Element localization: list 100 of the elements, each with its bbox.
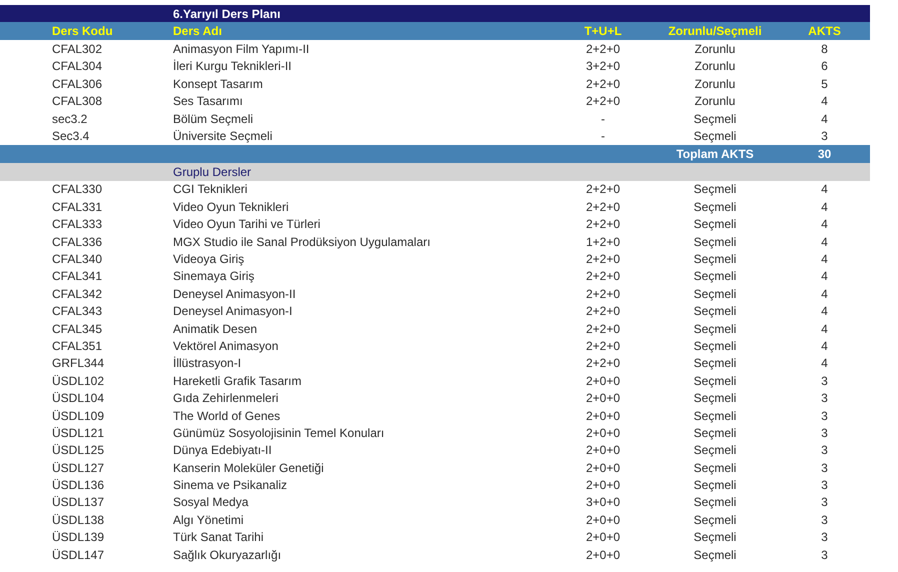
table-cell: Videoya Giriş — [173, 252, 244, 266]
table-cell: CFAL341 — [52, 269, 102, 284]
table-cell: 2+0+0 — [586, 530, 620, 544]
table-cell: 2+2+0 — [586, 42, 620, 56]
table-cell: sec3.2 — [52, 112, 88, 126]
table-cell: Seçmeli — [694, 200, 736, 214]
table-cell: Seçmeli — [694, 495, 736, 510]
table-cell: Seçmeli — [694, 269, 736, 284]
table-cell: GRFL344 — [52, 356, 104, 370]
table-cell: 2+2+0 — [586, 252, 620, 266]
table-cell: Seçmeli — [694, 530, 736, 544]
table-cell: Seçmeli — [694, 217, 736, 232]
table-cell: Animatik Desen — [173, 322, 258, 336]
table-cell: Seçmeli — [694, 374, 736, 388]
table-cell: 8 — [821, 42, 828, 56]
table-cell: ÜSDL137 — [52, 495, 104, 510]
table-cell: The World of Genes — [173, 408, 280, 422]
table-cell: 1+2+0 — [586, 234, 620, 249]
table-cell: 4 — [821, 200, 828, 214]
table-cell: 3 — [821, 460, 828, 475]
table-cell: Günümüz Sosyolojisinin Temel Konuları — [173, 426, 384, 440]
table-cell: 3 — [821, 512, 828, 527]
table-cell: 2+0+0 — [586, 478, 620, 492]
table-cell: ÜSDL136 — [52, 478, 104, 492]
table-cell: Seçmeli — [694, 129, 736, 144]
table-cell: Seçmeli — [694, 322, 736, 336]
table-cell: Video Oyun Tarihi ve Türleri — [173, 217, 320, 232]
table-cell: CFAL340 — [52, 252, 102, 266]
table-cell: Seçmeli — [694, 112, 736, 126]
table-cell: Sağlık Okuryazarlığı — [173, 548, 282, 562]
table-cell: - — [601, 112, 605, 126]
table-title: 6.Yarıyıl Ders Planı — [173, 6, 280, 21]
table-cell: 2+2+0 — [586, 304, 620, 318]
table-cell: ÜSDL127 — [52, 460, 104, 475]
table-cell: 4 — [821, 286, 828, 301]
table-cell: Zorunlu — [694, 76, 736, 91]
table-cell: 4 — [821, 356, 828, 370]
table-cell: Bölüm Seçmeli — [173, 112, 254, 126]
table-cell: 3 — [821, 129, 828, 144]
table-cell: İllüstrasyon-I — [173, 356, 242, 370]
table-cell: Sosyal Medya — [173, 495, 248, 510]
table-cell: CFAL343 — [52, 304, 102, 318]
table-cell: ÜSDL121 — [52, 426, 104, 440]
group-heading: Gruplu Dersler — [173, 164, 252, 179]
table-cell: 2+0+0 — [586, 391, 620, 406]
table-cell: 4 — [821, 217, 828, 232]
table-cell: 4 — [821, 322, 828, 336]
table-cell: 4 — [821, 182, 828, 196]
table-cell: CFAL351 — [52, 338, 102, 353]
table-cell: CFAL308 — [52, 94, 102, 108]
table-cell: 2+2+0 — [586, 338, 620, 353]
column-header: Ders Adı — [173, 24, 222, 38]
table-cell: 3 — [821, 548, 828, 562]
column-header: Ders Kodu — [52, 24, 113, 38]
table-cell: 4 — [821, 304, 828, 318]
table-cell: 2+2+0 — [586, 94, 620, 108]
table-cell: Seçmeli — [694, 286, 736, 301]
table-cell: Seçmeli — [694, 182, 736, 196]
table-cell: 4 — [821, 112, 828, 126]
table-cell: 3 — [821, 443, 828, 458]
table-cell: Seçmeli — [694, 356, 736, 370]
table-cell: Türk Sanat Tarihi — [173, 530, 264, 544]
table-cell: 2+0+0 — [586, 374, 620, 388]
table-cell: Seçmeli — [694, 478, 736, 492]
table-cell: 4 — [821, 252, 828, 266]
table-cell: ÜSDL147 — [52, 548, 104, 562]
table-cell: 2+2+0 — [586, 217, 620, 232]
table-cell: CFAL342 — [52, 286, 102, 301]
table-cell: 2+2+0 — [586, 356, 620, 370]
table-cell: ÜSDL109 — [52, 408, 104, 422]
table-cell: - — [601, 129, 605, 144]
table-cell: 6 — [821, 59, 828, 74]
table-cell: 2+0+0 — [586, 408, 620, 422]
table-cell: 4 — [821, 338, 828, 353]
table-cell: 2+2+0 — [586, 322, 620, 336]
table-cell: Dünya Edebiyatı-II — [173, 443, 272, 458]
column-header: AKTS — [808, 24, 841, 38]
table-cell: MGX Studio ile Sanal Prodüksiyon Uygulamaları — [173, 234, 430, 249]
table-cell: ÜSDL102 — [52, 374, 104, 388]
table-cell: Deneysel Animasyon-I — [173, 304, 292, 318]
table-cell: Kanserin Moleküler Genetiği — [173, 460, 324, 475]
table-cell: Algı Yönetimi — [173, 512, 244, 527]
table-cell: 3 — [821, 426, 828, 440]
table-cell: Seçmeli — [694, 460, 736, 475]
table-cell: 3 — [821, 478, 828, 492]
table-cell: CFAL306 — [52, 76, 102, 91]
table-cell: 2+2+0 — [586, 200, 620, 214]
table-cell: 2+0+0 — [586, 443, 620, 458]
table-cell: 2+2+0 — [586, 76, 620, 91]
table-cell: CFAL336 — [52, 234, 102, 249]
table-cell: CGI Teknikleri — [173, 182, 248, 196]
table-cell: Üniversite Seçmeli — [173, 129, 272, 144]
table-cell: Sinema ve Psikanaliz — [173, 478, 288, 492]
table-cell: Seçmeli — [694, 443, 736, 458]
table-cell: Sinemaya Giriş — [173, 269, 254, 284]
table-cell: 4 — [821, 234, 828, 249]
table-cell: Seçmeli — [694, 252, 736, 266]
table-cell: 2+0+0 — [586, 460, 620, 475]
total-label: Toplam AKTS — [676, 146, 754, 161]
table-cell: Deneysel Animasyon-II — [173, 286, 296, 301]
